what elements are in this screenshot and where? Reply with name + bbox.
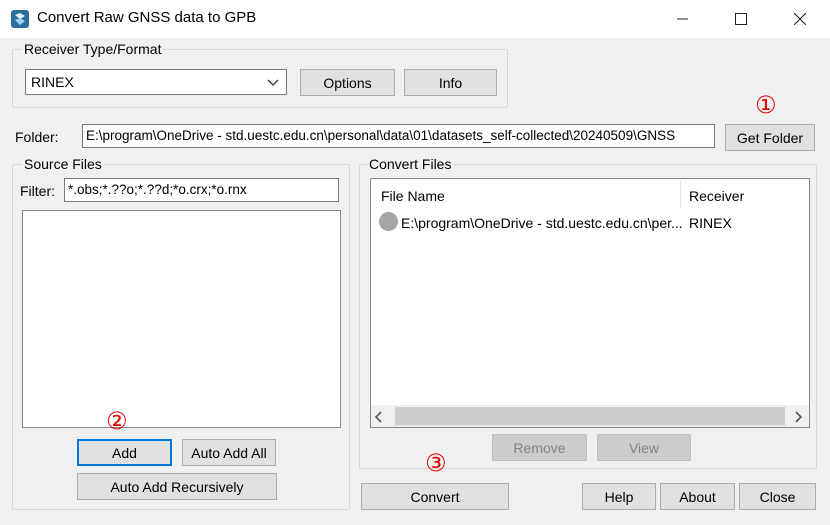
convert-files-legend: Convert Files <box>367 156 454 172</box>
auto-add-recursively-button[interactable]: Auto Add Recursively <box>77 473 277 500</box>
row-receiver: RINEX <box>689 215 732 231</box>
close-button[interactable]: Close <box>739 483 816 510</box>
view-button[interactable]: View <box>597 434 691 461</box>
help-button[interactable]: Help <box>582 483 656 510</box>
source-files-legend: Source Files <box>22 156 104 172</box>
receiver-type-value: RINEX <box>31 74 74 90</box>
maximize-icon <box>735 13 747 25</box>
convert-button[interactable]: Convert <box>361 483 509 510</box>
get-folder-button[interactable]: Get Folder <box>725 124 815 151</box>
annotation-marker-1: ① <box>755 92 777 119</box>
receiver-group-legend: Receiver Type/Format <box>22 41 164 57</box>
maximize-button[interactable] <box>712 0 770 38</box>
about-button[interactable]: About <box>660 483 735 510</box>
column-header-file-name[interactable]: File Name <box>381 188 445 204</box>
row-file-name: E:\program\OneDrive - std.uestc.edu.cn\p… <box>401 215 683 231</box>
scroll-right-button[interactable] <box>794 410 804 426</box>
folder-path-field[interactable]: E:\program\OneDrive - std.uestc.edu.cn\p… <box>82 124 715 148</box>
add-button[interactable]: Add <box>77 439 172 466</box>
auto-add-all-button[interactable]: Auto Add All <box>182 439 276 466</box>
receiver-type-select[interactable]: RINEX <box>25 69 287 95</box>
status-dot-icon <box>379 212 398 231</box>
annotation-marker-3: ③ <box>425 450 447 477</box>
source-files-list[interactable] <box>22 210 341 428</box>
chevron-right-icon <box>795 411 803 423</box>
chevron-left-icon <box>374 411 382 423</box>
remove-button[interactable]: Remove <box>492 434 587 461</box>
chevron-down-icon <box>267 79 279 86</box>
options-button[interactable]: Options <box>300 69 395 96</box>
scroll-left-button[interactable] <box>374 410 384 426</box>
column-header-receiver[interactable]: Receiver <box>689 188 744 204</box>
filter-label: Filter: <box>20 183 55 199</box>
column-divider[interactable] <box>680 181 681 207</box>
close-icon <box>794 13 806 25</box>
app-icon <box>11 10 29 28</box>
scrollbar-thumb[interactable] <box>395 407 785 425</box>
folder-label: Folder: <box>15 129 59 145</box>
annotation-marker-2: ② <box>106 408 128 435</box>
filter-field[interactable]: *.obs;*.??o;*.??d;*o.crx;*o.rnx <box>64 178 339 202</box>
minimize-button[interactable] <box>654 0 712 38</box>
convert-files-list[interactable]: File Name Receiver E:\program\OneDrive -… <box>370 178 810 428</box>
close-window-button[interactable] <box>771 0 829 38</box>
info-button[interactable]: Info <box>404 69 497 96</box>
minimize-icon <box>677 18 688 20</box>
window-title: Convert Raw GNSS data to GPB <box>37 9 257 26</box>
